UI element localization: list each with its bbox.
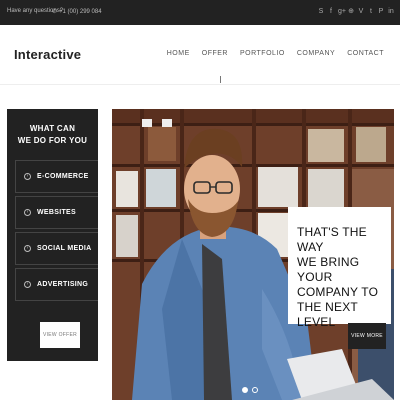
slider-dot-2[interactable]	[252, 387, 258, 393]
pinterest-icon[interactable]: P	[378, 7, 384, 16]
panel-title-line2: WE DO FOR YOU	[17, 136, 88, 145]
services-panel: WHAT CAN WE DO FOR YOU › E-COMMERCE › WE…	[7, 109, 98, 361]
nav-item-home[interactable]: HOME	[167, 50, 190, 57]
nav-item-company[interactable]: COMPANY	[297, 50, 335, 57]
hero-headline-line3: COMPANY TO	[297, 285, 379, 299]
phone-icon: ✆	[52, 9, 58, 15]
slider-pagination	[242, 387, 258, 393]
view-offer-button[interactable]: VIEW OFFER	[40, 322, 80, 348]
service-item-ecommerce[interactable]: › E-COMMERCE	[15, 160, 98, 193]
service-item-label: WEBSITES	[37, 209, 76, 216]
hero-headline: THAT'S THE WAY WE BRING YOUR COMPANY TO …	[297, 225, 384, 330]
service-item-advertising[interactable]: › ADVERTISING	[15, 268, 98, 301]
linkedin-icon[interactable]: in	[388, 7, 394, 16]
twitter-icon[interactable]: t	[368, 7, 374, 16]
facebook-icon[interactable]: f	[328, 7, 334, 16]
logo[interactable]: Interactive	[14, 47, 81, 62]
skype-icon[interactable]: S	[318, 7, 324, 16]
service-item-websites[interactable]: › WEBSITES	[15, 196, 98, 229]
service-item-label: SOCIAL MEDIA	[37, 245, 92, 252]
site-header: Interactive HOME OFFER PORTFOLIO COMPANY…	[0, 25, 400, 85]
slider-dot-1[interactable]	[242, 387, 248, 393]
view-more-button[interactable]: VIEW MORE	[348, 323, 386, 349]
vimeo-icon[interactable]: V	[358, 7, 364, 16]
panel-title-line1: WHAT CAN	[29, 124, 76, 133]
hero-headline-line1: THAT'S THE WAY	[297, 225, 367, 254]
nav-item-portfolio[interactable]: PORTFOLIO	[240, 50, 285, 57]
nav-indicator	[220, 76, 221, 83]
hero-caption: THAT'S THE WAY WE BRING YOUR COMPANY TO …	[288, 207, 391, 329]
phone-number[interactable]: ✆ +1 (00) 299 084	[52, 8, 102, 15]
nav-item-offer[interactable]: OFFER	[202, 50, 228, 57]
google-plus-icon[interactable]: g+	[338, 7, 346, 16]
social-links: S f g+ ⊕ V t P in	[318, 7, 394, 16]
nav-item-contact[interactable]: CONTACT	[347, 50, 384, 57]
service-item-social-media[interactable]: › SOCIAL MEDIA	[15, 232, 98, 265]
service-item-label: E-COMMERCE	[37, 173, 89, 180]
panel-title: WHAT CAN WE DO FOR YOU	[7, 123, 98, 147]
chevron-right-icon: ›	[24, 245, 31, 252]
top-bar: Have any questions? ✆ +1 (00) 299 084 S f…	[0, 0, 400, 25]
hero-headline-line2: WE BRING YOUR	[297, 255, 360, 284]
main-nav: HOME OFFER PORTFOLIO COMPANY CONTACT	[167, 50, 384, 57]
vk-icon[interactable]: ⊕	[348, 7, 354, 16]
chevron-right-icon: ›	[24, 281, 31, 288]
phone-number-text: +1 (00) 299 084	[59, 9, 102, 15]
service-item-label: ADVERTISING	[37, 281, 89, 288]
chevron-right-icon: ›	[24, 173, 31, 180]
chevron-right-icon: ›	[24, 209, 31, 216]
